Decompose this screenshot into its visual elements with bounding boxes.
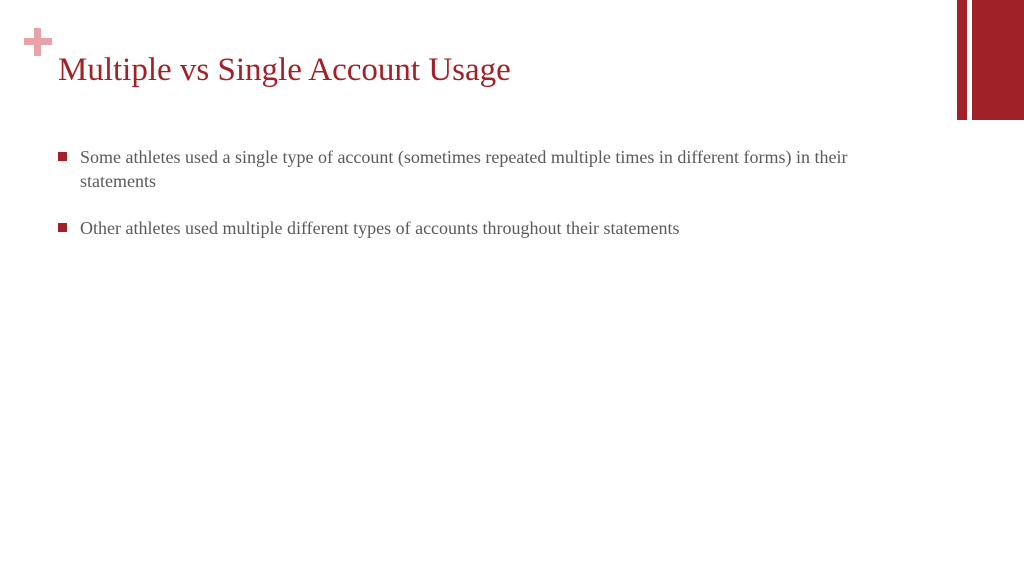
bullet-list: Some athletes used a single type of acco… [58, 145, 884, 240]
corner-bar-thick [972, 0, 1024, 120]
bullet-item: Some athletes used a single type of acco… [58, 145, 884, 194]
corner-decoration [957, 0, 1024, 120]
corner-bar-thin [957, 0, 967, 120]
bullet-item: Other athletes used multiple different t… [58, 216, 884, 240]
slide-content: Some athletes used a single type of acco… [58, 145, 884, 262]
slide-title: Multiple vs Single Account Usage [58, 52, 511, 89]
plus-icon [24, 28, 52, 56]
